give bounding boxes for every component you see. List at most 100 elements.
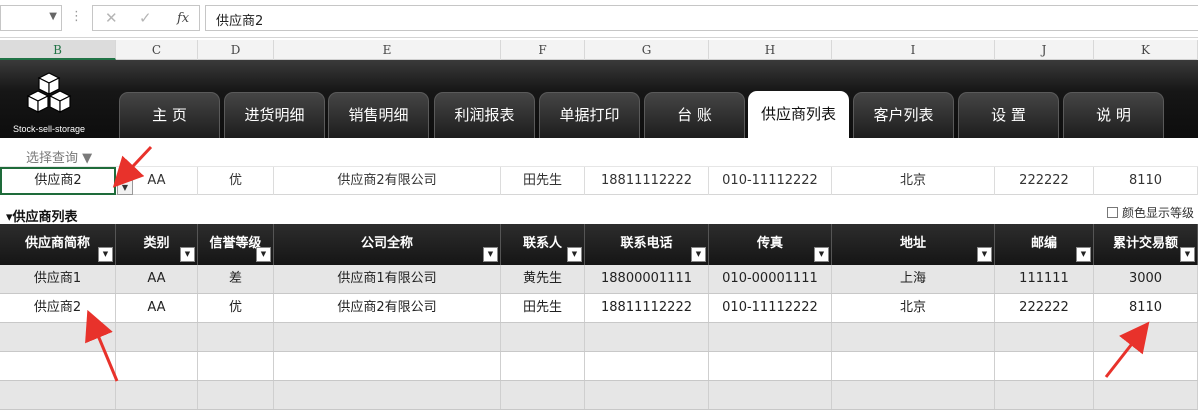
fx-icon[interactable]: fx (177, 11, 189, 26)
filter-icon[interactable]: ▼ (98, 247, 113, 262)
column-header-f[interactable]: F (501, 40, 585, 60)
table-cell[interactable] (198, 381, 274, 409)
query-cell[interactable]: 供应商2有限公司 (274, 167, 501, 195)
query-cell[interactable]: 田先生 (501, 167, 585, 195)
table-cell[interactable] (585, 381, 709, 409)
table-cell[interactable]: 差 (198, 265, 274, 293)
tab-3[interactable]: 利润报表 (434, 92, 535, 138)
filter-icon[interactable]: ▼ (1076, 247, 1091, 262)
table-cell[interactable] (995, 323, 1094, 351)
color-level-checkbox[interactable]: 颜色显示等级 (1107, 204, 1194, 221)
table-cell[interactable]: 供应商1有限公司 (274, 265, 501, 293)
table-cell[interactable] (501, 352, 585, 380)
query-cell[interactable]: 8110 (1094, 167, 1198, 195)
table-cell[interactable] (198, 352, 274, 380)
query-select[interactable]: 供应商2 (0, 167, 116, 195)
filter-icon[interactable]: ▼ (814, 247, 829, 262)
query-cell[interactable]: 优 (198, 167, 274, 195)
table-cell[interactable]: 供应商2有限公司 (274, 294, 501, 322)
column-header-i[interactable]: I (832, 40, 995, 60)
table-cell[interactable]: 黄先生 (501, 265, 585, 293)
table-cell[interactable]: 111111 (995, 265, 1094, 293)
query-cell[interactable]: 222222 (995, 167, 1094, 195)
table-cell[interactable]: 优 (198, 294, 274, 322)
table-cell[interactable] (995, 352, 1094, 380)
checkbox-icon[interactable] (1107, 207, 1118, 218)
column-header-e[interactable]: E (274, 40, 501, 60)
table-cell[interactable]: 18800001111 (585, 265, 709, 293)
tab-6[interactable]: 供应商列表 (748, 91, 849, 138)
table-cell[interactable] (116, 323, 198, 351)
table-cell[interactable]: 供应商1 (0, 265, 116, 293)
tab-5[interactable]: 台 账 (644, 92, 745, 138)
close-icon[interactable]: ✕ (105, 9, 118, 27)
check-icon[interactable]: ✓ (139, 9, 152, 27)
table-cell[interactable] (1094, 323, 1198, 351)
table-cell[interactable]: 222222 (995, 294, 1094, 322)
filter-icon[interactable]: ▼ (977, 247, 992, 262)
table-cell[interactable] (0, 323, 116, 351)
tab-4[interactable]: 单据打印 (539, 92, 640, 138)
table-cell[interactable] (709, 381, 832, 409)
table-cell[interactable] (501, 323, 585, 351)
table-cell[interactable] (832, 323, 995, 351)
table-cell[interactable]: 田先生 (501, 294, 585, 322)
table-cell[interactable]: 18811112222 (585, 294, 709, 322)
tab-7[interactable]: 客户列表 (853, 92, 954, 138)
table-cell[interactable] (274, 381, 501, 409)
section-title[interactable]: ▾供应商列表 (6, 206, 78, 225)
filter-icon[interactable]: ▼ (483, 247, 498, 262)
column-header-k[interactable]: K (1094, 40, 1198, 60)
table-cell[interactable] (501, 381, 585, 409)
filter-icon[interactable]: ▼ (691, 247, 706, 262)
table-cell[interactable]: 北京 (832, 294, 995, 322)
table-cell[interactable] (832, 352, 995, 380)
tab-9[interactable]: 说 明 (1063, 92, 1164, 138)
table-cell[interactable] (585, 323, 709, 351)
column-header-d[interactable]: D (198, 40, 274, 60)
tab-8[interactable]: 设 置 (958, 92, 1059, 138)
table-cell[interactable]: 上海 (832, 265, 995, 293)
filter-icon[interactable]: ▼ (256, 247, 271, 262)
column-header-h[interactable]: H (709, 40, 832, 60)
query-cell[interactable]: 18811112222 (585, 167, 709, 195)
column-header-j[interactable]: J (995, 40, 1094, 60)
table-cell[interactable] (709, 352, 832, 380)
tab-1[interactable]: 进货明细 (224, 92, 325, 138)
table-cell[interactable]: 3000 (1094, 265, 1198, 293)
table-cell[interactable] (116, 381, 198, 409)
filter-icon[interactable]: ▼ (180, 247, 195, 262)
table-cell[interactable] (1094, 352, 1198, 380)
table-cell[interactable]: AA (116, 294, 198, 322)
table-cell[interactable]: 010-00001111 (709, 265, 832, 293)
table-cell[interactable] (709, 323, 832, 351)
table-cell[interactable]: 010-11112222 (709, 294, 832, 322)
tab-0[interactable]: 主 页 (119, 92, 220, 138)
formula-input[interactable]: 供应商2 (205, 5, 1198, 31)
filter-icon[interactable]: ▼ (1180, 247, 1195, 262)
query-cell[interactable]: 北京 (832, 167, 995, 195)
column-header-g[interactable]: G (585, 40, 709, 60)
table-cell[interactable] (995, 381, 1094, 409)
query-label[interactable]: 选择查询 ▼ (26, 147, 92, 166)
table-cell[interactable] (585, 352, 709, 380)
table-cell[interactable] (274, 352, 501, 380)
tab-2[interactable]: 销售明细 (328, 92, 429, 138)
table-cell[interactable] (198, 323, 274, 351)
chevron-down-icon[interactable]: ▼ (117, 180, 133, 195)
query-cell[interactable]: 010-11112222 (709, 167, 832, 195)
table-cell[interactable]: 供应商2 (0, 294, 116, 322)
table-cell[interactable] (1094, 381, 1198, 409)
table-cell[interactable] (274, 323, 501, 351)
column-header-c[interactable]: C (116, 40, 198, 60)
table-cell[interactable] (0, 352, 116, 380)
table-cell[interactable]: AA (116, 265, 198, 293)
name-box[interactable]: ▼ (0, 5, 62, 31)
chevron-down-icon[interactable]: ▼ (49, 11, 57, 22)
table-cell[interactable]: 8110 (1094, 294, 1198, 322)
filter-icon[interactable]: ▼ (567, 247, 582, 262)
table-cell[interactable] (832, 381, 995, 409)
column-header-b[interactable]: B (0, 40, 116, 60)
table-cell[interactable] (116, 352, 198, 380)
table-cell[interactable] (0, 381, 116, 409)
